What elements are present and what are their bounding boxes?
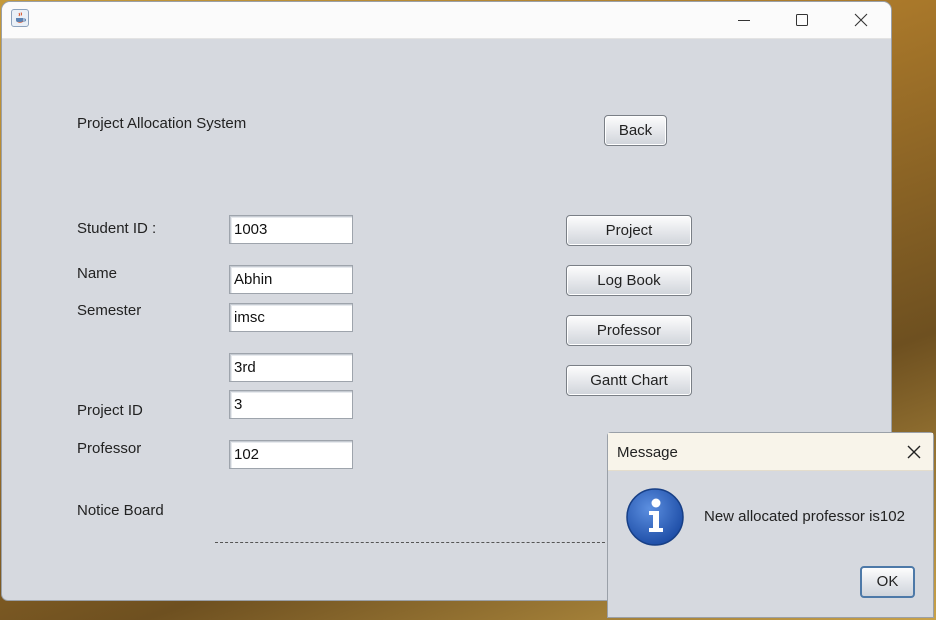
- notice-board-divider: [215, 542, 610, 543]
- dialog-title: Message: [617, 444, 678, 461]
- log-book-button[interactable]: Log Book: [566, 265, 692, 296]
- project-button[interactable]: Project: [566, 215, 692, 246]
- student-id-field[interactable]: 1003: [229, 215, 353, 244]
- dialog-close-icon[interactable]: [905, 443, 923, 461]
- close-icon[interactable]: [838, 6, 884, 34]
- course-field[interactable]: imsc: [229, 303, 353, 332]
- page-title: Project Allocation System: [77, 115, 247, 132]
- semester-label: Semester: [77, 302, 142, 319]
- student-id-label: Student ID :: [77, 220, 157, 237]
- professor-label: Professor: [77, 440, 142, 457]
- dialog-title-bar: Message: [608, 433, 933, 471]
- java-app-icon: [11, 9, 29, 27]
- professor-button[interactable]: Professor: [566, 315, 692, 346]
- message-dialog: Message New allocated professor is102 OK: [607, 432, 934, 618]
- info-icon: [625, 487, 685, 547]
- semester-field[interactable]: 3rd: [229, 353, 353, 382]
- project-id-label: Project ID: [77, 402, 143, 419]
- notice-board-label: Notice Board: [77, 502, 164, 519]
- ok-button[interactable]: OK: [860, 566, 915, 598]
- maximize-icon[interactable]: [779, 6, 825, 34]
- project-id-field[interactable]: 3: [229, 390, 353, 419]
- dialog-message: New allocated professor is102: [704, 508, 905, 525]
- name-field[interactable]: Abhin: [229, 265, 353, 294]
- title-bar: [2, 2, 891, 39]
- professor-field[interactable]: 102: [229, 440, 353, 469]
- name-label: Name: [77, 265, 118, 282]
- gantt-chart-button[interactable]: Gantt Chart: [566, 365, 692, 396]
- minimize-icon[interactable]: [721, 6, 767, 34]
- back-button[interactable]: Back: [604, 115, 667, 146]
